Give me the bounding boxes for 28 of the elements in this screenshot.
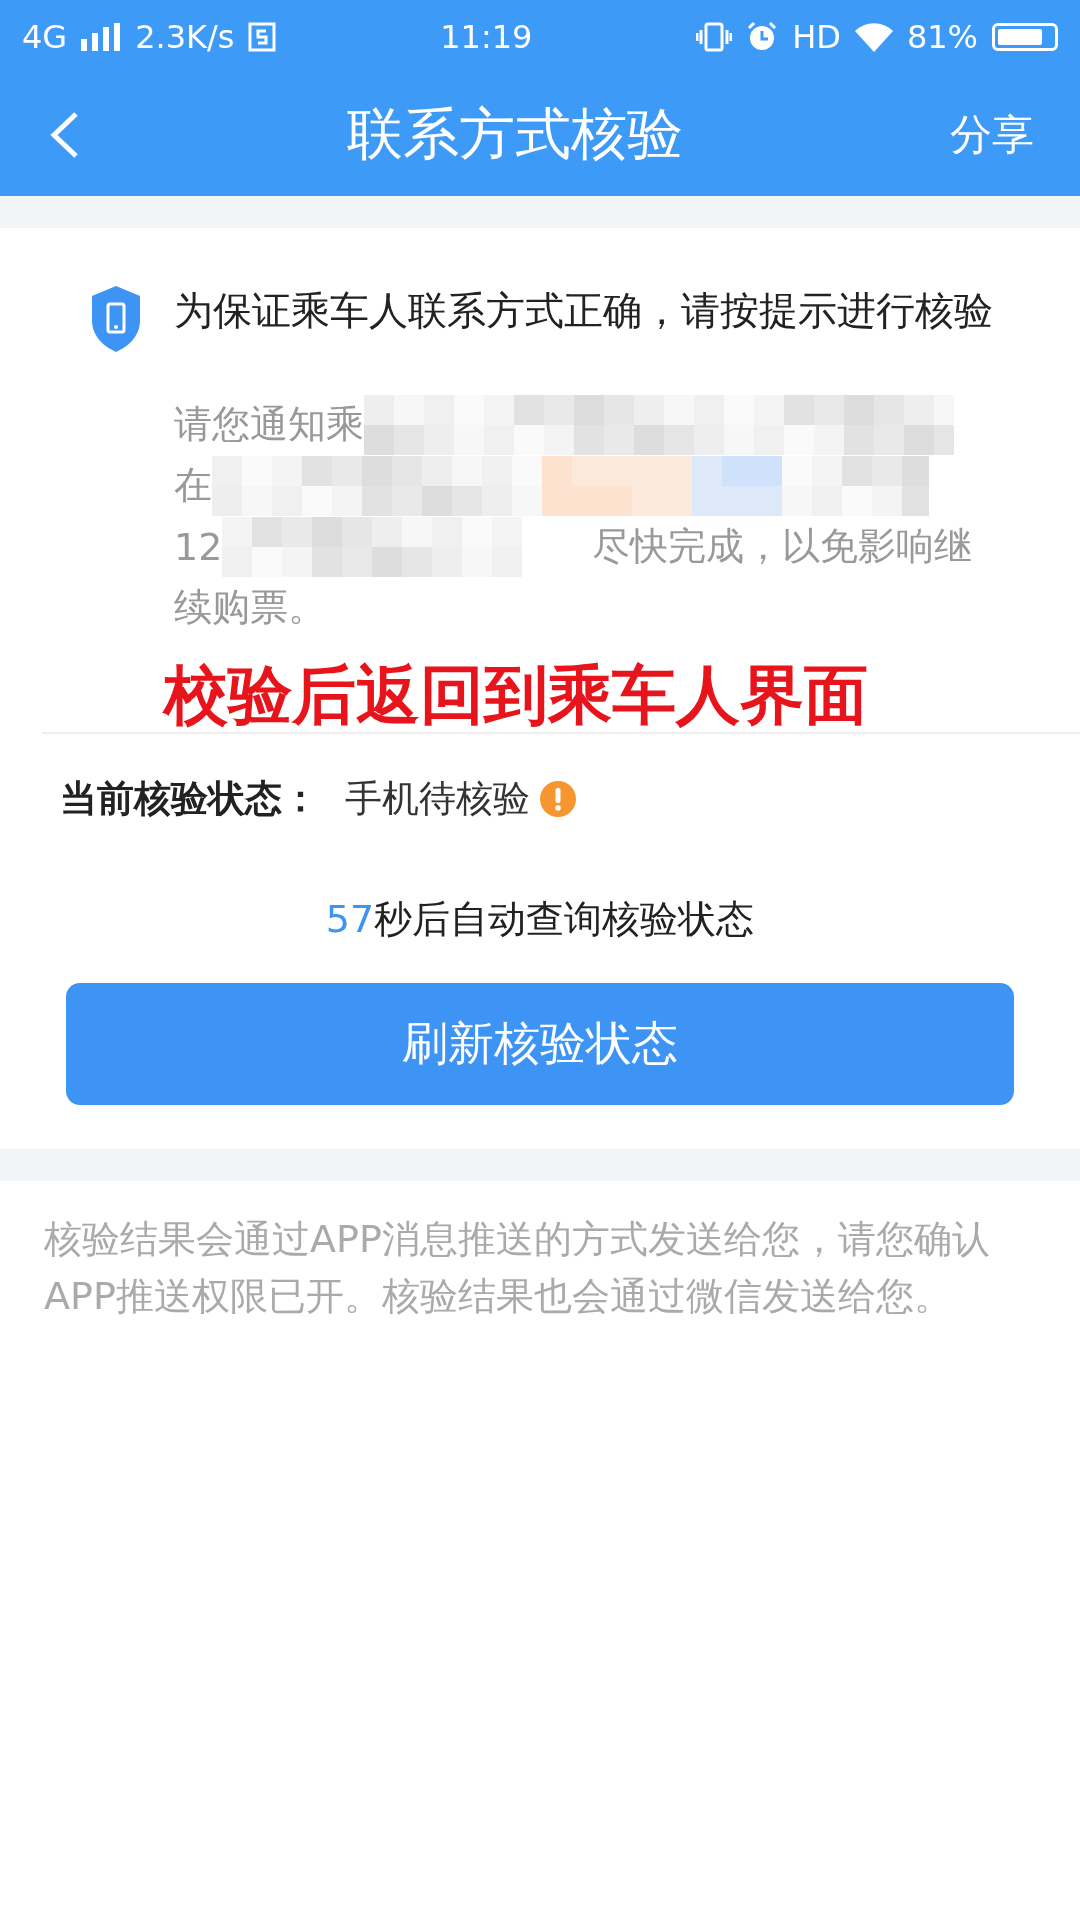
signal-icon	[81, 22, 122, 51]
vibrate-icon	[696, 21, 733, 52]
sim-card-icon	[248, 21, 277, 52]
warning-icon	[540, 781, 576, 817]
share-button[interactable]: 分享	[950, 106, 1034, 163]
instruction-text: 尽快完成，以免影响继	[592, 523, 973, 570]
status-label: 当前核验状态：	[60, 776, 319, 822]
instruction-text: 12	[174, 524, 223, 569]
shield-phone-icon	[90, 284, 142, 354]
annotation-text: 校验后返回到乘车人界面	[164, 658, 868, 732]
instruction-text: 续购票。	[174, 584, 326, 631]
clock-time: 11:19	[440, 17, 533, 56]
status-value: 手机待核验	[345, 776, 530, 822]
instruction-text: 在	[174, 462, 212, 509]
footer-note: 核验结果会通过APP消息推送的方式发送给您，请您确认APP推送权限已开。核验结果也会通过微信发送给您。	[43, 1216, 991, 1320]
hd-label: HD	[792, 17, 841, 56]
page-title: 联系方式核验	[346, 99, 684, 168]
refresh-status-button[interactable]: 刷新核验状态	[66, 983, 1014, 1105]
network-speed: 2.3K/s	[135, 17, 235, 56]
alarm-icon	[746, 20, 779, 53]
wifi-icon	[854, 21, 893, 52]
back-icon[interactable]	[48, 110, 80, 159]
battery-percent: 81%	[906, 17, 978, 56]
countdown-text: 57秒后自动查询核验状态	[324, 896, 756, 943]
instruction-text: 请您通知乘	[174, 401, 364, 448]
notice-text: 为保证乘车人联系方式正确，请按提示进行核验	[174, 287, 994, 335]
battery-icon	[992, 22, 1058, 51]
network-type: 4G	[22, 17, 68, 56]
